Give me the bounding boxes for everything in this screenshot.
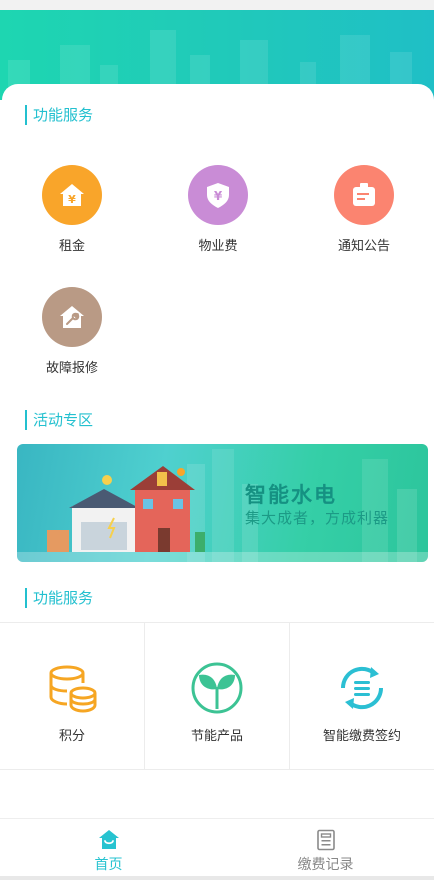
feature-points[interactable]: 积分 <box>0 623 145 769</box>
notice-board-icon <box>334 165 394 225</box>
sprout-icon <box>191 662 243 714</box>
repair-house-icon <box>42 287 102 347</box>
service-notice-label: 通知公告 <box>337 239 390 254</box>
bottom-tab-bar: 首页 缴费记录 <box>0 818 434 876</box>
smart-house-illustration <box>17 449 428 562</box>
banner-title: 智能水电 <box>245 483 337 507</box>
document-icon <box>316 829 335 851</box>
banner-subtitle: 集大成者，方成利器 <box>245 509 390 527</box>
status-bar-strip <box>0 0 434 10</box>
svg-text:¥: ¥ <box>68 193 76 206</box>
service-repair[interactable]: 故障报修 <box>12 287 132 376</box>
sync-list-icon <box>340 666 384 710</box>
service-rent-label: 租金 <box>58 239 85 254</box>
yen-shield-icon: ¥ <box>188 165 248 225</box>
section-title-services: 功能服务 <box>25 105 93 125</box>
section-title-activity: 活动专区 <box>25 410 93 430</box>
tab-payment-records-label: 缴费记录 <box>297 857 354 873</box>
service-rent[interactable]: ¥ 租金 <box>12 165 132 254</box>
service-repair-label: 故障报修 <box>45 361 98 376</box>
svg-text:¥: ¥ <box>214 189 223 203</box>
tab-home[interactable]: 首页 <box>0 819 217 876</box>
section-title-services-2: 功能服务 <box>25 588 93 608</box>
activity-banner[interactable]: 智能水电 集大成者，方成利器 <box>17 444 428 562</box>
feature-points-label: 积分 <box>58 729 85 744</box>
service-notice[interactable]: 通知公告 <box>304 165 424 254</box>
feature-energy-products[interactable]: 节能产品 <box>145 623 290 769</box>
home-icon <box>98 830 119 849</box>
tab-payment-records[interactable]: 缴费记录 <box>217 819 434 876</box>
bottom-bar-strip <box>0 876 434 880</box>
yen-house-icon: ¥ <box>42 165 102 225</box>
feature-energy-products-label: 节能产品 <box>190 729 243 744</box>
tab-home-label: 首页 <box>94 857 123 873</box>
service-property-fee-label: 物业费 <box>198 239 238 254</box>
coins-icon <box>49 665 97 713</box>
feature-grid: 积分 节能产品 智能缴费签约 <box>0 622 434 770</box>
service-property-fee[interactable]: ¥ 物业费 <box>158 165 278 254</box>
feature-auto-pay-signing[interactable]: 智能缴费签约 <box>290 623 434 769</box>
feature-auto-pay-signing-label: 智能缴费签约 <box>322 729 401 744</box>
